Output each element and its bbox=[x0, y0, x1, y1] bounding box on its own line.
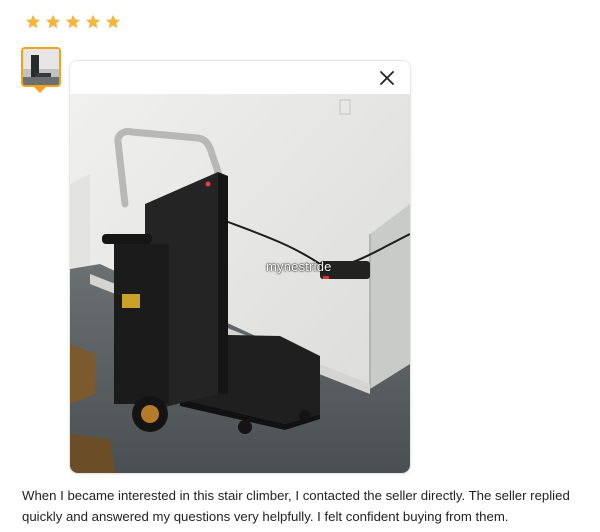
review-text: When I became interested in this stair c… bbox=[22, 488, 570, 524]
photo-preview-popup: mynestride bbox=[69, 60, 411, 474]
close-icon[interactable] bbox=[378, 69, 396, 87]
thumbnail-image bbox=[23, 49, 59, 85]
star-icon bbox=[105, 14, 121, 29]
star-rating bbox=[25, 14, 121, 30]
star-icon bbox=[85, 14, 101, 29]
photo-watermark: mynestride bbox=[266, 259, 332, 274]
thumbnail-selected-caret bbox=[33, 86, 47, 93]
popup-header bbox=[70, 61, 410, 94]
star-icon bbox=[65, 14, 81, 29]
star-icon bbox=[45, 14, 61, 29]
review-photo bbox=[70, 94, 410, 473]
star-icon bbox=[25, 14, 41, 29]
review-photo-thumbnail[interactable] bbox=[21, 47, 61, 87]
